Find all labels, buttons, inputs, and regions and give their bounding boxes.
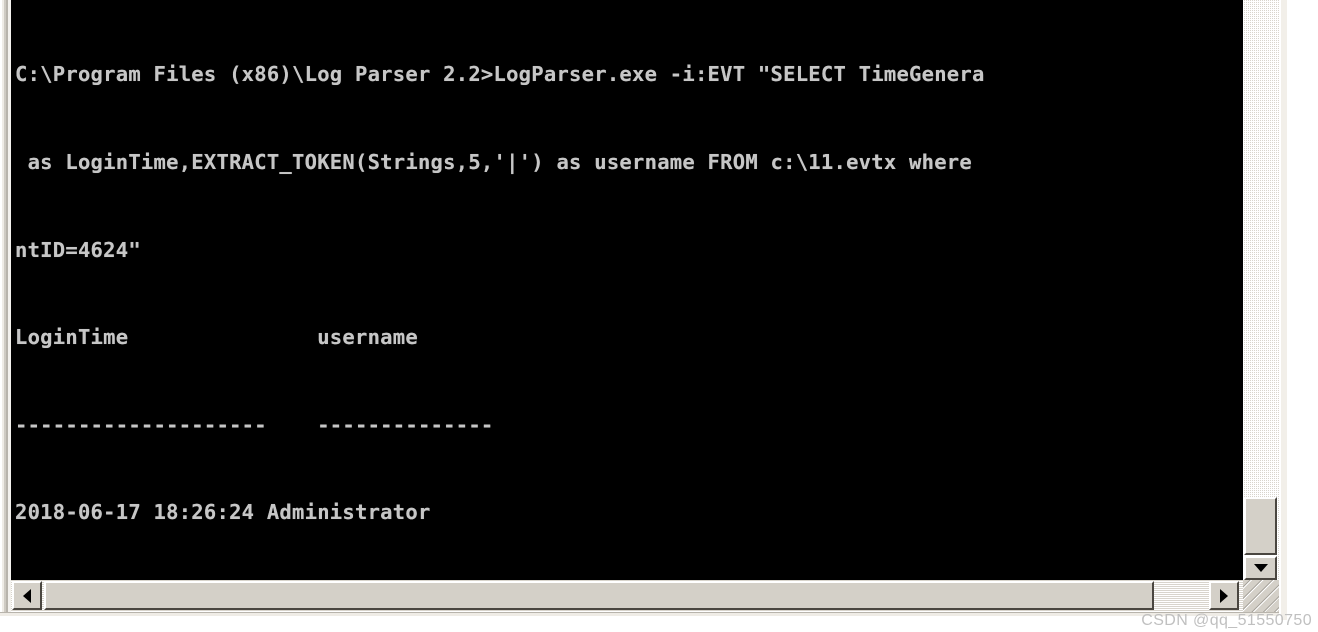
console-line-command-2: as LoginTime,EXTRACT_TOKEN(Strings,5,'|'… [15, 150, 972, 174]
window-resize-grip[interactable] [1243, 580, 1279, 614]
chevron-left-icon [23, 588, 31, 603]
console-line-table-header: LoginTime username [15, 325, 418, 350]
console-line-command-1: C:\Program Files (x86)\Log Parser 2.2>Lo… [15, 62, 985, 87]
window-bottom-border [0, 612, 1279, 620]
scroll-down-button[interactable] [1244, 556, 1277, 580]
chevron-right-icon [1220, 588, 1228, 603]
console-line-command-3: ntID=4624" [15, 237, 141, 262]
window-left-border [0, 0, 11, 620]
console-output: C:\Program Files (x86)\Log Parser 2.2>Lo… [15, 2, 1243, 580]
vertical-scrollbar[interactable] [1243, 0, 1279, 580]
console-line-table-rule: -------------------- -------------- [15, 412, 494, 437]
chevron-down-icon [1253, 564, 1268, 572]
window-right-border [1279, 0, 1318, 620]
watermark-text: CSDN @qq_51550750 [1141, 612, 1312, 629]
scroll-right-button[interactable] [1209, 581, 1239, 610]
horizontal-scrollbar-thumb[interactable] [44, 581, 1154, 610]
console-text-surface[interactable]: C:\Program Files (x86)\Log Parser 2.2>Lo… [11, 0, 1243, 580]
console-window: C:\Program Files (x86)\Log Parser 2.2>Lo… [0, 0, 1318, 620]
scroll-left-button[interactable] [12, 581, 42, 610]
horizontal-scrollbar[interactable] [11, 580, 1243, 612]
vertical-scrollbar-thumb[interactable] [1244, 497, 1277, 555]
console-line-table-row-1: 2018-06-17 18:26:24 Administrator [15, 500, 431, 525]
